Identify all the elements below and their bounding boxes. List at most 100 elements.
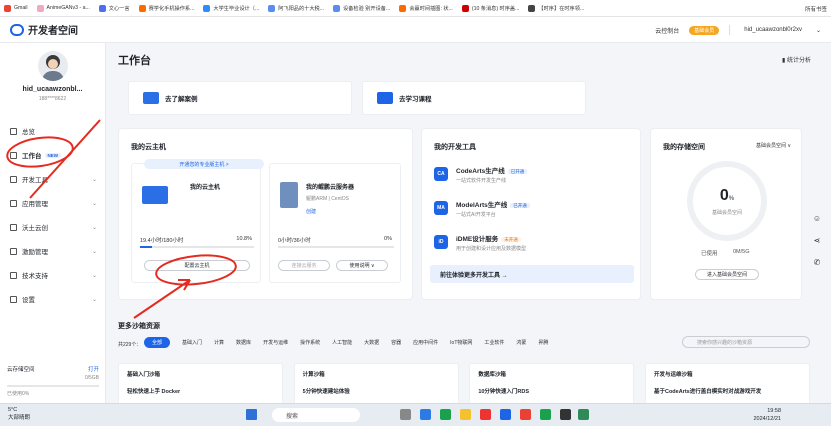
bookmark-item[interactable]: 大学生毕业设计（... xyxy=(203,4,259,12)
bookmarks-bar: Gmail AnimeGANv3 - a... 文心一言 赛学化手机操作系... 大学生… xyxy=(0,0,831,17)
sandbox-card[interactable]: 基础入门沙箱 轻松快速上手 Docker xyxy=(118,363,283,403)
sandbox-card[interactable]: 计算沙箱 5分钟快速建站体验 xyxy=(293,363,459,403)
store-icon[interactable] xyxy=(440,409,451,420)
category-tab[interactable]: 容器 xyxy=(391,339,401,346)
sidebar-item-label: 应用管理 xyxy=(22,201,48,208)
vm-card-2: 我的鲲鹏云服务器 鲲鹏ARM | CentOS 创建 0小时/36小时 0% 连… xyxy=(269,163,401,283)
sandbox-card[interactable]: 数据库沙箱 10分钟快速入门RDS xyxy=(469,363,635,403)
logo[interactable]: 开发者空间 xyxy=(10,22,78,37)
category-tab[interactable]: 昇腾 xyxy=(538,339,548,346)
tool-icon: MA xyxy=(434,201,448,215)
sidebar-item[interactable]: 沃土云创 ⌄ xyxy=(0,215,106,239)
category-tab[interactable]: 人工智能 xyxy=(332,339,352,346)
category-tab[interactable]: 数据库 xyxy=(236,339,251,346)
windows-start-icon[interactable] xyxy=(246,409,257,420)
nav-icon xyxy=(10,151,17,159)
avatar[interactable] xyxy=(37,51,68,81)
word-icon[interactable] xyxy=(500,409,511,420)
member-space-dropdown[interactable]: 基础会员空间 ∨ xyxy=(756,142,791,149)
usage-guide-button[interactable]: 使用说明 ∨ xyxy=(336,260,388,271)
storage-used-value: 0M/5G xyxy=(733,249,750,255)
screen: Gmail AnimeGANv3 - a... 文心一言 赛学化手机操作系... 大学生… xyxy=(0,0,831,426)
quick-card-cases[interactable]: 去了解案例 xyxy=(128,81,352,115)
user-phone: 188****8622 xyxy=(38,96,67,102)
sidebar-item[interactable]: 激励管理 ⌄ xyxy=(0,239,106,263)
logo-text: 开发者空间 xyxy=(28,26,78,37)
member-badge[interactable]: 基础会员 xyxy=(689,25,720,35)
sidebar-item[interactable]: 开发工具 ⌄ xyxy=(0,167,106,191)
vm2-status[interactable]: 创建 xyxy=(306,208,316,215)
category-tab[interactable]: 操作系统 xyxy=(300,339,320,346)
category-tab[interactable]: 鸿蒙 xyxy=(516,339,526,346)
edge-icon[interactable] xyxy=(420,409,431,420)
tool-status-tag: 已开通 xyxy=(510,203,530,208)
wechat-icon[interactable] xyxy=(540,409,551,420)
bookmark-item[interactable]: 会赢时间插图: 状... xyxy=(399,4,453,12)
app-icon[interactable] xyxy=(560,409,571,420)
stats-link[interactable]: ▮ 统计分析 xyxy=(782,55,811,64)
task-view-icon[interactable] xyxy=(400,409,411,420)
more-tools-banner[interactable]: 前往体验更多开发工具 → xyxy=(430,265,634,283)
bookmark-item[interactable]: Gmail xyxy=(4,4,28,12)
bookmark-item[interactable]: 【时序】在时序领... xyxy=(528,4,585,12)
promo-link[interactable]: 开通您的专业版主机 > xyxy=(144,159,264,169)
vm1-progress xyxy=(140,246,254,248)
category-tab[interactable]: 开发与运维 xyxy=(263,339,288,346)
sandbox-card[interactable]: 开发与运维沙箱 基于CodeArts进行盖白模实时对战游戏开发 xyxy=(644,363,810,403)
category-tab[interactable]: 应用中间件 xyxy=(413,339,438,346)
vm2-pct: 0% xyxy=(384,236,392,242)
bookmark-item[interactable]: 阿飞阳品的十大税... xyxy=(268,4,325,12)
category-tab[interactable]: 大数据 xyxy=(364,339,379,346)
bookmark-label: 【时序】在时序领... xyxy=(538,5,585,12)
sidebar-item[interactable]: 应用管理 ⌄ xyxy=(0,191,106,215)
storage-open-link[interactable]: 打开 xyxy=(88,365,99,373)
console-link[interactable]: 云控制台 xyxy=(655,26,679,35)
stats-label: 统计分析 xyxy=(786,58,811,64)
sandbox-search-input[interactable]: 搜索你感兴趣的沙箱资源 xyxy=(682,336,810,348)
app-icon[interactable] xyxy=(578,409,589,420)
bookmark-item[interactable]: 文心一言 xyxy=(98,4,130,12)
bookmark-item[interactable]: 设备检验 别开设备... xyxy=(333,4,390,12)
category-tabs: 全部 基础入门 计算 数据库 开发与运维 操作系统 人工智能 大数据 容器 应用中间件 IoT物联网… xyxy=(144,337,560,348)
clock[interactable]: 19:58 2024/12/21 xyxy=(753,407,781,423)
category-tab[interactable]: 工业软件 xyxy=(484,339,504,346)
weather[interactable]: 5°C 大部晴朗 xyxy=(8,407,30,421)
chevron-down-icon[interactable]: ⌄ xyxy=(816,27,821,34)
folder-icon[interactable] xyxy=(460,409,471,420)
chrome-icon[interactable] xyxy=(520,409,531,420)
vm1-usage: 19.4小时/180小时 xyxy=(140,238,184,244)
bookmark-label: 会赢时间插图: 状... xyxy=(409,5,453,12)
sidebar-item[interactable]: 设置 ⌄ xyxy=(0,287,106,311)
quick-card-courses[interactable]: 去学习课程 xyxy=(362,81,586,115)
sidebar-item[interactable]: 工作台 NEW xyxy=(0,143,106,167)
bookmark-item[interactable]: AnimeGANv3 - a... xyxy=(36,4,90,12)
tool-name-label: CodeArts生产线 xyxy=(456,168,505,175)
category-tab[interactable]: 基础入门 xyxy=(182,339,202,346)
all-bookmarks-link[interactable]: 所有书签 xyxy=(805,5,827,13)
category-tab[interactable]: 全部 xyxy=(144,337,171,348)
taskbar-search[interactable]: 搜索 xyxy=(272,408,360,422)
sandbox-count: 共229个： xyxy=(118,342,142,348)
play-icon xyxy=(377,92,393,104)
username-menu[interactable]: hid_ucaawzonbl0r2xv xyxy=(744,27,802,33)
enter-storage-button[interactable]: 进入基础会员空间 xyxy=(695,269,759,280)
share-icon[interactable]: ⋖ xyxy=(808,231,826,249)
storage-title: 我的存储空间 xyxy=(663,144,705,151)
bookmark-icon xyxy=(203,4,211,12)
case-icon xyxy=(143,92,159,104)
phone-icon[interactable]: ✆ xyxy=(808,253,826,271)
bookmark-item[interactable]: (10 条消息) 时序盖... xyxy=(461,4,519,12)
smile-icon[interactable]: ☺ xyxy=(808,209,826,227)
bookmark-item[interactable]: 赛学化手机操作系... xyxy=(138,4,194,12)
wps-icon[interactable] xyxy=(480,409,491,420)
category-tab[interactable]: IoT物联网 xyxy=(450,339,472,346)
remote-connect-button[interactable]: 连接云服务 xyxy=(278,260,330,271)
category-tab[interactable]: 计算 xyxy=(214,339,224,346)
configure-vm-button[interactable]: 配置云主机 xyxy=(144,260,250,271)
bookmark-icon xyxy=(528,4,536,12)
bookmark-label: 阿飞阳品的十大税... xyxy=(278,5,325,12)
sidebar-item[interactable]: 总览 xyxy=(0,119,106,143)
vm2-spec: 鲲鹏ARM | CentOS xyxy=(306,196,349,202)
sidebar-item[interactable]: 技术支持 ⌄ xyxy=(0,263,106,287)
tool-name: CodeArts生产线 已开通 xyxy=(456,165,528,175)
